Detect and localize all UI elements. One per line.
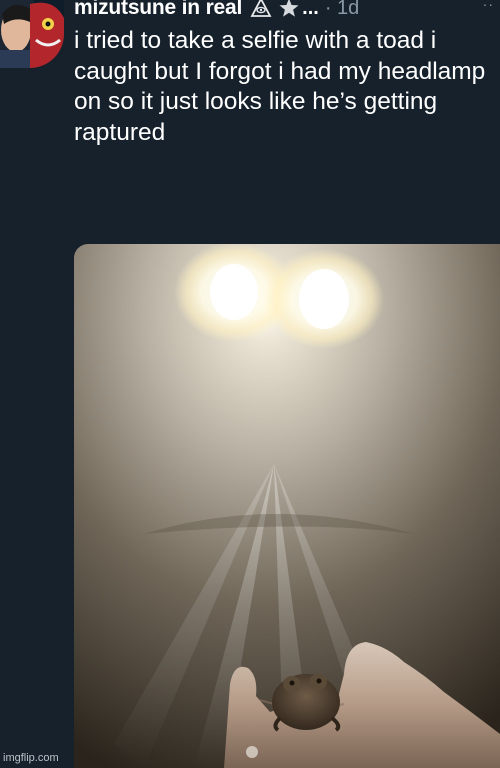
toad-photo <box>74 244 500 768</box>
tweet-photo[interactable] <box>74 244 500 768</box>
imgflip-watermark: imgflip.com <box>3 752 59 764</box>
more-options-icon[interactable]: ·· <box>483 0 494 12</box>
display-name[interactable]: mizutsune in real <box>74 0 242 20</box>
tweet-header: mizutsune in real ... · 1d <box>74 0 359 22</box>
avatar[interactable] <box>0 0 64 68</box>
timestamp[interactable]: · 1d <box>325 0 359 20</box>
tweet-screen: mizutsune in real ... · 1d ·· i tried to… <box>0 0 500 768</box>
tweet-text: i tried to take a selfie with a toad i c… <box>74 27 486 146</box>
triangle-symbol-icon <box>250 0 272 19</box>
name-ellipsis: ... <box>302 0 319 19</box>
star-icon <box>278 0 300 19</box>
